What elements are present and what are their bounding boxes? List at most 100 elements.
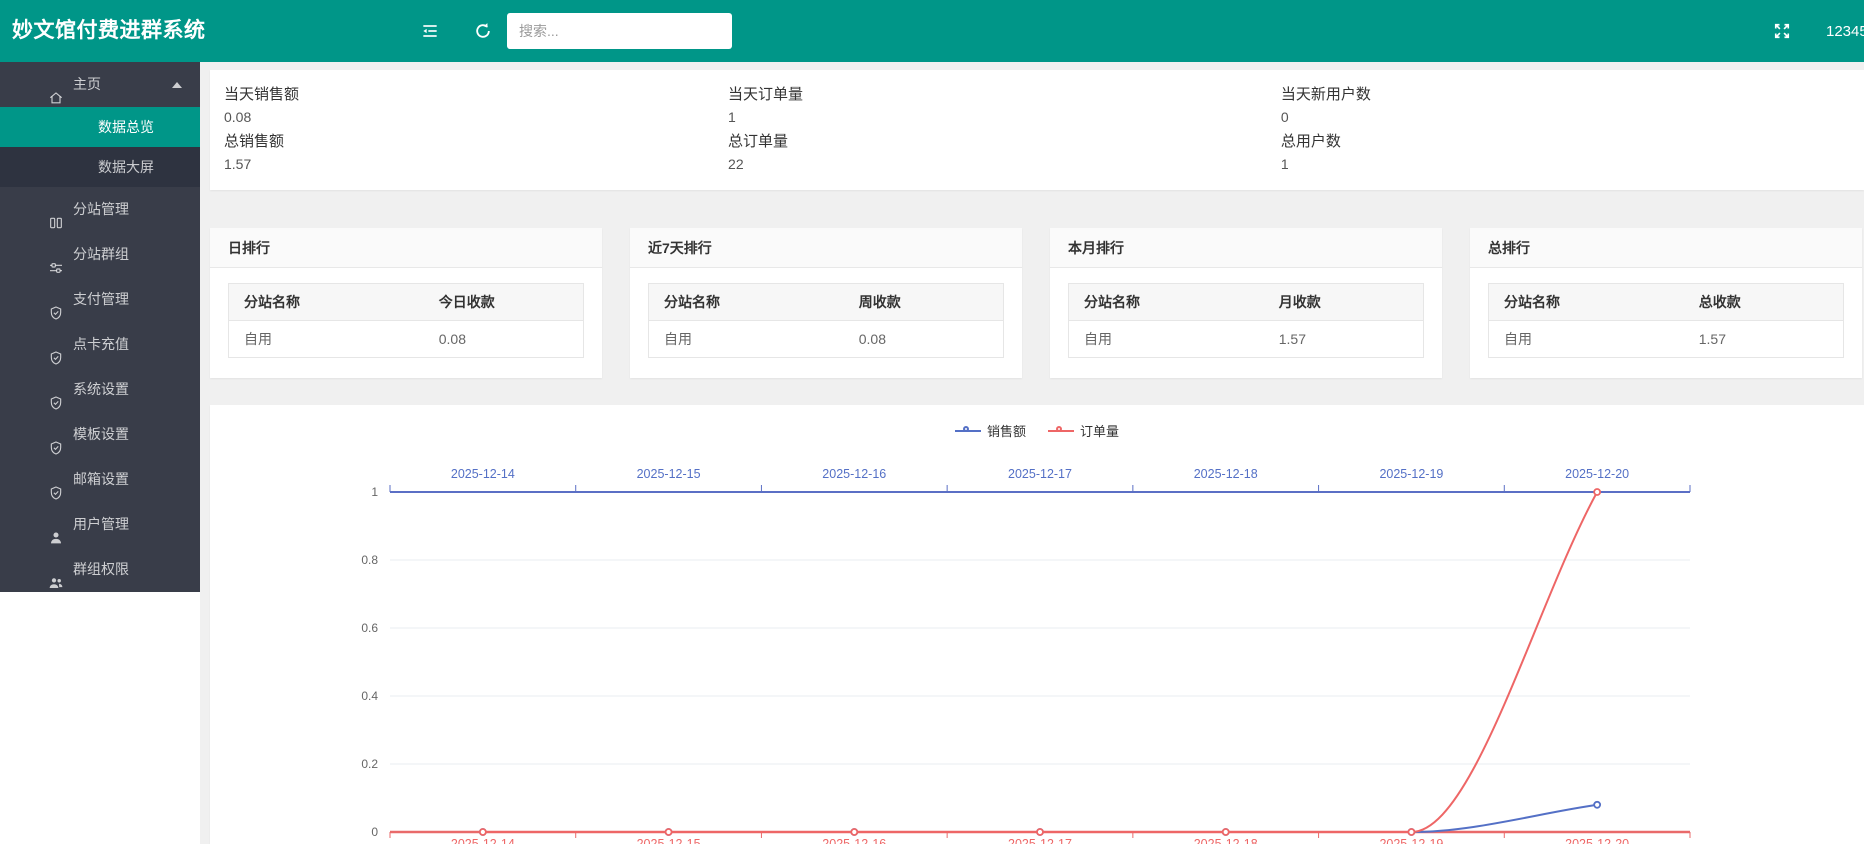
- shield-check-icon: [48, 381, 64, 397]
- stat-label: 总用户数: [1281, 130, 1850, 151]
- sidebar-item-2[interactable]: 分站群组: [0, 232, 200, 277]
- table-row: 自用1.57: [1489, 321, 1844, 358]
- site-name-cell: 自用: [1489, 321, 1684, 358]
- table-row: 自用1.57: [1069, 321, 1424, 358]
- sidebar-item-label: 点卡充值: [73, 336, 129, 352]
- stat-cell: 总用户数 1: [1281, 130, 1850, 177]
- ranking-table: 分站名称今日收款自用0.08: [228, 283, 584, 358]
- sidebar-subitem-0[interactable]: 数据总览: [0, 107, 200, 147]
- legend-label: 订单量: [1080, 421, 1119, 440]
- refresh-icon[interactable]: [473, 21, 493, 41]
- sliders-icon: [48, 246, 64, 262]
- header-right: 12345: [1772, 0, 1864, 62]
- ranking-card: 近7天排行分站名称周收款自用0.08: [630, 228, 1022, 378]
- fullscreen-icon[interactable]: [1772, 21, 1792, 41]
- svg-text:2025-12-20: 2025-12-20: [1565, 467, 1629, 481]
- table-row: 自用0.08: [229, 321, 584, 358]
- ranking-card: 本月排行分站名称月收款自用1.57: [1050, 228, 1442, 378]
- svg-text:0.6: 0.6: [361, 621, 378, 635]
- ranking-table: 分站名称月收款自用1.57: [1068, 283, 1424, 358]
- svg-text:2025-12-18: 2025-12-18: [1194, 837, 1258, 844]
- svg-text:2025-12-20: 2025-12-20: [1565, 837, 1629, 844]
- stat-cell: 当天订单量1: [728, 83, 1281, 130]
- search-input[interactable]: [507, 13, 732, 49]
- column-header: 分站名称: [229, 284, 424, 321]
- sidebar-item-label: 系统设置: [73, 381, 129, 397]
- stat-value: 1: [1281, 156, 1850, 172]
- svg-text:0.2: 0.2: [361, 757, 378, 771]
- stat-value: 0: [1281, 109, 1850, 125]
- shield-check-icon: [48, 426, 64, 442]
- site-name-cell: 自用: [229, 321, 424, 358]
- table-row: 自用0.08: [649, 321, 1004, 358]
- svg-text:2025-12-17: 2025-12-17: [1008, 837, 1072, 844]
- svg-text:0.4: 0.4: [361, 689, 378, 703]
- table-header-row: 分站名称总收款: [1489, 284, 1844, 321]
- column-header: 分站名称: [1489, 284, 1684, 321]
- svg-text:2025-12-16: 2025-12-16: [822, 467, 886, 481]
- sidebar-item-3[interactable]: 支付管理: [0, 277, 200, 322]
- sidebar-subitem-label: 数据总览: [98, 119, 154, 135]
- users-icon: [48, 561, 64, 577]
- sidebar-item-7[interactable]: 邮箱设置: [0, 457, 200, 502]
- sales-orders-chart: 00.20.40.60.812025-12-142025-12-142025-1…: [210, 405, 1864, 844]
- ranking-card-title: 日排行: [210, 228, 602, 268]
- app-header: 妙文馆付费进群系统 12345: [0, 0, 1864, 62]
- svg-text:2025-12-19: 2025-12-19: [1379, 467, 1443, 481]
- sidebar-item-label: 用户管理: [73, 516, 129, 532]
- sidebar: 主页数据总览数据大屏分站管理分站群组支付管理点卡充值系统设置模板设置邮箱设置用户…: [0, 62, 200, 592]
- table-header-row: 分站名称今日收款: [229, 284, 584, 321]
- sidebar-item-label: 分站群组: [73, 246, 129, 262]
- sidebar-item-label: 模板设置: [73, 426, 129, 442]
- chart-card: 销售额订单量 00.20.40.60.812025-12-142025-12-1…: [210, 405, 1864, 844]
- sidebar-item-5[interactable]: 系统设置: [0, 367, 200, 412]
- stats-panel: 当天销售额0.08当天订单量1当天新用户数0总销售额1.57总订单量22总用户数…: [210, 70, 1864, 190]
- ranking-card: 总排行分站名称总收款自用1.57: [1470, 228, 1862, 378]
- svg-text:2025-12-14: 2025-12-14: [451, 467, 515, 481]
- stat-label: 总订单量: [728, 130, 1281, 151]
- amount-cell: 0.08: [844, 321, 1004, 358]
- column-header: 分站名称: [649, 284, 844, 321]
- stat-value: 1.57: [224, 156, 728, 172]
- svg-text:2025-12-17: 2025-12-17: [1008, 467, 1072, 481]
- chevron-up-icon: [172, 82, 182, 88]
- stat-label: 当天新用户数: [1281, 83, 1850, 104]
- sidebar-submenu: 数据总览数据大屏: [0, 107, 200, 187]
- sidebar-item-8[interactable]: 用户管理: [0, 502, 200, 547]
- legend-marker: [955, 426, 981, 436]
- home-icon: [48, 76, 64, 92]
- username[interactable]: 12345: [1826, 23, 1864, 40]
- column-header: 月收款: [1264, 284, 1424, 321]
- stat-value: 22: [728, 156, 1281, 172]
- sidebar-item-1[interactable]: 分站管理: [0, 187, 200, 232]
- sidebar-subitem-label: 数据大屏: [98, 159, 154, 175]
- amount-cell: 1.57: [1684, 321, 1844, 358]
- svg-text:0: 0: [371, 825, 378, 839]
- table-header-row: 分站名称周收款: [649, 284, 1004, 321]
- svg-text:2025-12-15: 2025-12-15: [637, 467, 701, 481]
- table-header-row: 分站名称月收款: [1069, 284, 1424, 321]
- user-icon: [48, 516, 64, 532]
- sidebar-item-4[interactable]: 点卡充值: [0, 322, 200, 367]
- stat-cell: 当天新用户数 0: [1281, 83, 1850, 130]
- sidebar-item-label: 分站管理: [73, 201, 129, 217]
- main-content: 当天销售额0.08当天订单量1当天新用户数0总销售额1.57总订单量22总用户数…: [200, 62, 1864, 844]
- ranking-card-title: 本月排行: [1050, 228, 1442, 268]
- columns-icon: [48, 201, 64, 217]
- stat-value: 1: [728, 109, 1281, 125]
- site-name-cell: 自用: [1069, 321, 1264, 358]
- column-header: 周收款: [844, 284, 1004, 321]
- legend-item-销售额[interactable]: 销售额: [955, 421, 1026, 440]
- svg-text:2025-12-18: 2025-12-18: [1194, 467, 1258, 481]
- sidebar-subitem-1[interactable]: 数据大屏: [0, 147, 200, 187]
- amount-cell: 1.57: [1264, 321, 1424, 358]
- menu-collapse-icon[interactable]: [420, 21, 440, 41]
- sidebar-item-6[interactable]: 模板设置: [0, 412, 200, 457]
- sidebar-item-9[interactable]: 群组权限: [0, 547, 200, 592]
- sidebar-item-0[interactable]: 主页: [0, 62, 200, 107]
- svg-text:2025-12-15: 2025-12-15: [637, 837, 701, 844]
- legend-marker: [1048, 426, 1074, 436]
- legend-item-订单量[interactable]: 订单量: [1048, 421, 1119, 440]
- svg-text:1: 1: [371, 485, 378, 499]
- svg-text:2025-12-14: 2025-12-14: [451, 837, 515, 844]
